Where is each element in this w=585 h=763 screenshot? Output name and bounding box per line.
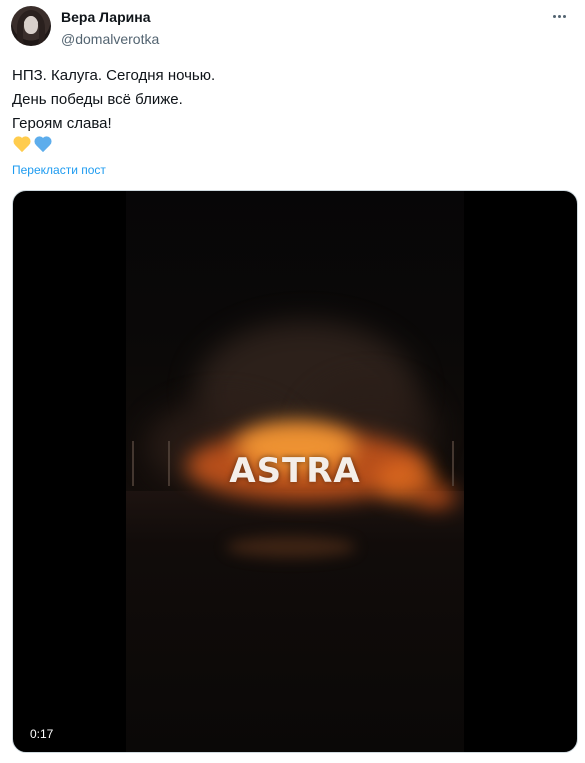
tweet: Вера Ларина @domalverotka НПЗ. Калуга. С…	[0, 0, 585, 763]
user-handle[interactable]: @domalverotka	[61, 31, 159, 48]
more-horizontal-icon[interactable]	[547, 6, 571, 26]
tweet-text-line: День победы всё ближе.	[12, 91, 183, 108]
video-player[interactable]: ASTRA 0:17	[12, 190, 578, 753]
tweet-text-line: Героям слава!	[12, 115, 112, 132]
avatar-face	[24, 16, 38, 34]
translate-post-link[interactable]: Перекласти пост	[12, 162, 106, 178]
author-block: Вера Ларина @domalverotka	[61, 9, 159, 48]
tweet-text: НПЗ. Калуга. Сегодня ночью. День победы …	[12, 64, 572, 136]
display-name[interactable]: Вера Ларина	[61, 9, 159, 26]
avatar[interactable]	[11, 6, 51, 46]
emoji-row	[12, 135, 53, 155]
tweet-text-line: НПЗ. Калуга. Сегодня ночью.	[12, 67, 216, 84]
video-frame: ASTRA	[126, 191, 464, 752]
blue-heart-icon	[33, 135, 53, 155]
video-watermark: ASTRA	[229, 451, 361, 491]
yellow-heart-icon	[12, 135, 32, 155]
video-duration: 0:17	[30, 727, 54, 741]
